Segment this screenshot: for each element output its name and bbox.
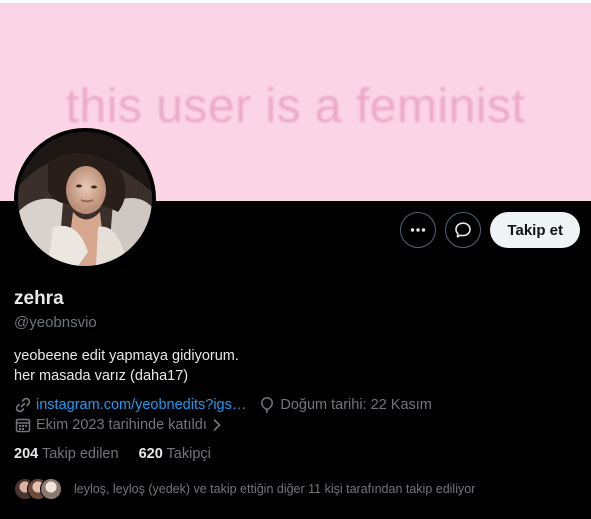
follow-counts: 204 Takip edilen 620 Takipçi xyxy=(14,446,211,462)
balloon-icon xyxy=(258,396,276,414)
chevron-right-icon xyxy=(211,418,223,432)
banner-text: this user is a feminist xyxy=(65,80,526,133)
more-button[interactable] xyxy=(400,212,437,248)
follow-button[interactable]: Takip et xyxy=(490,212,580,248)
message-bubble-icon xyxy=(455,222,472,238)
link-icon xyxy=(14,396,32,414)
meta-row-2[interactable]: Ekim 2023 tarihinde katıldı xyxy=(14,416,227,434)
website-link[interactable]: instagram.com/yeobnedits?igs… xyxy=(36,397,246,413)
followers-value: 620 xyxy=(138,446,163,462)
followers-count[interactable]: 620 Takipçi xyxy=(139,446,211,462)
profile-actions: Takip et xyxy=(400,212,580,248)
joined-text: Ekim 2023 tarihinde katıldı xyxy=(36,417,207,433)
followers-you-know[interactable]: leyloş, leyloş (yedek) ve takip ettiğin … xyxy=(14,478,475,500)
user-handle: @yeobnsvio xyxy=(14,314,97,331)
followers-label: Takipçi xyxy=(166,446,211,462)
following-label: Takip edilen xyxy=(41,446,119,462)
following-value: 204 xyxy=(14,446,39,462)
message-button[interactable] xyxy=(445,212,482,248)
display-name: zehra xyxy=(14,288,64,309)
profile-avatar[interactable] xyxy=(14,128,156,270)
bio-line: yeobeene edit yapmaya gidiyorum. xyxy=(14,348,239,364)
bio-line: her masada varız (daha17) xyxy=(14,368,189,384)
birthday-text: Doğum tarihi: 22 Kasım xyxy=(280,397,432,413)
calendar-icon xyxy=(14,416,32,434)
profile-bio: yeobeene edit yapmaya gidiyorum. her mas… xyxy=(14,346,239,386)
more-horizontal-icon xyxy=(411,228,426,232)
mutual-avatar xyxy=(40,478,62,500)
meta-row-1: instagram.com/yeobnedits?igs… Doğum tari… xyxy=(14,396,432,414)
following-count[interactable]: 204 Takip edilen xyxy=(14,446,119,462)
mutual-avatars xyxy=(14,478,64,500)
followed-by-text: leyloş, leyloş (yedek) ve takip ettiğin … xyxy=(74,482,476,496)
avatar-photo xyxy=(18,132,152,266)
